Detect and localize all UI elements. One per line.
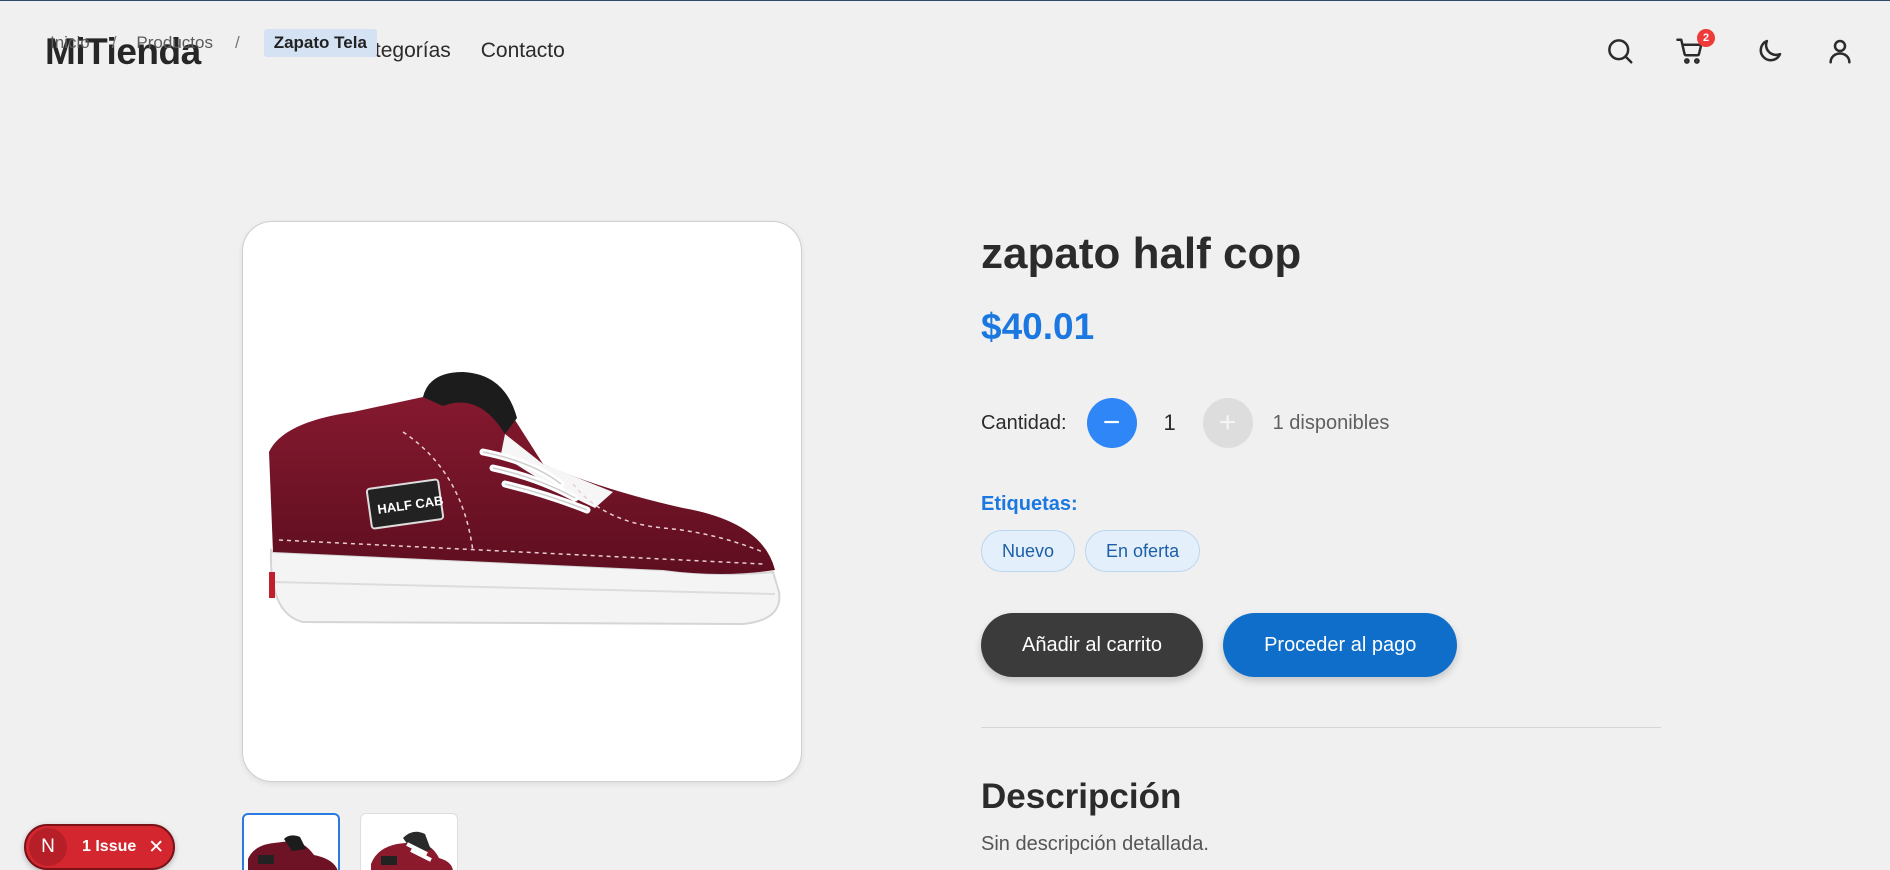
section-divider (981, 727, 1661, 728)
header-actions: 2 (1603, 29, 1857, 68)
thumbnail-2[interactable] (360, 813, 458, 870)
close-icon[interactable]: ✕ (148, 836, 164, 859)
moon-icon (1759, 39, 1782, 62)
shoe-thumbnail-image (371, 831, 453, 870)
thumbnail-1[interactable] (242, 813, 340, 870)
user-icon (1829, 39, 1851, 64)
shoe-thumbnail-image (248, 835, 338, 870)
tags-label: Etiquetas: (981, 493, 1078, 515)
product-thumbnails (242, 813, 458, 870)
site-header: MiTienda Inicio Categorías Contacto Inic… (0, 1, 1890, 101)
quantity-stepper: Cantidad: − 1 + 1 disponibles (981, 398, 1389, 448)
theme-toggle-button[interactable] (1753, 34, 1787, 68)
issue-count: 1 Issue (82, 838, 137, 855)
issues-indicator[interactable]: N 1 Issue ✕ (24, 824, 175, 870)
quantity-value: 1 (1163, 410, 1176, 435)
breadcrumb-inicio[interactable]: Inicio (50, 33, 90, 53)
breadcrumb-productos[interactable]: Productos (136, 33, 213, 53)
nav-link-contacto[interactable]: Contacto (481, 39, 565, 63)
breadcrumb-separator: / (111, 33, 117, 52)
shoe-image: HALF CAB (269, 372, 781, 626)
description-heading: Descripción (981, 777, 1182, 816)
tag-list: Nuevo En oferta (981, 530, 1201, 572)
nextjs-logo-icon: N (29, 828, 67, 866)
search-button[interactable] (1603, 34, 1637, 68)
product-price: $40.01 (981, 306, 1095, 347)
search-icon (1608, 39, 1633, 64)
breadcrumb-separator: / (234, 33, 240, 52)
product-title: zapato half cop (981, 229, 1302, 278)
increase-quantity-button[interactable]: + (1202, 398, 1253, 448)
stock-available: 1 disponibles (1272, 411, 1390, 434)
add-to-cart-button[interactable]: Añadir al carrito (981, 613, 1204, 677)
breadcrumb: Inicio / Productos / Zapato Tela (50, 29, 377, 57)
minus-icon: − (1102, 406, 1121, 439)
tag-en-oferta[interactable]: En oferta (1085, 530, 1201, 572)
cart-button[interactable]: 2 (1673, 29, 1715, 68)
account-button[interactable] (1823, 34, 1857, 68)
description-text: Sin descripción detallada. (981, 833, 1209, 855)
decrease-quantity-button[interactable]: − (1086, 398, 1137, 448)
checkout-button[interactable]: Proceder al pago (1223, 613, 1458, 677)
breadcrumb-current: Zapato Tela (263, 29, 377, 57)
cart-count-badge: 2 (1697, 29, 1715, 47)
product-main-image[interactable]: HALF CAB (242, 221, 802, 782)
product-actions: Añadir al carrito Proceder al pago (981, 613, 1458, 677)
plus-icon: + (1218, 406, 1237, 439)
quantity-label: Cantidad: (981, 411, 1067, 434)
tag-nuevo[interactable]: Nuevo (981, 530, 1076, 572)
